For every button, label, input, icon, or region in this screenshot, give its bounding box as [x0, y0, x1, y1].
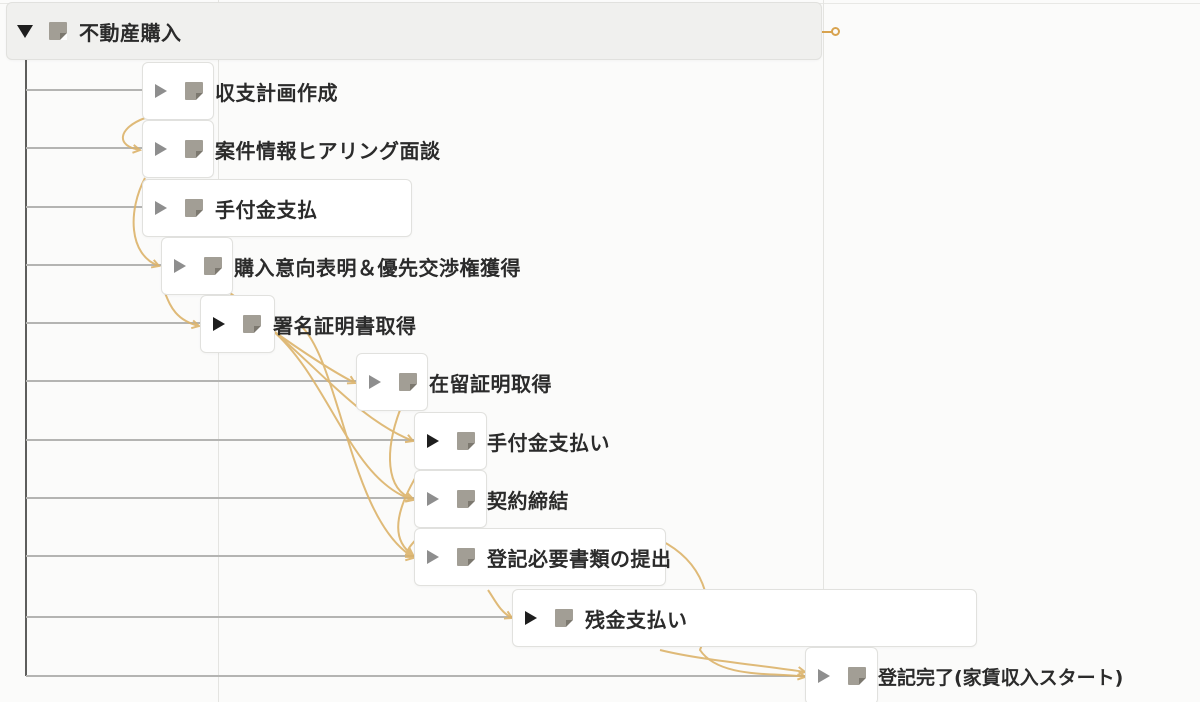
task-title[interactable]: 残金支払い: [585, 604, 688, 633]
expand-toggle[interactable]: [806, 648, 842, 702]
page-icon: [555, 609, 573, 627]
expand-toggle[interactable]: [357, 354, 393, 410]
task-title[interactable]: 購入意向表明＆優先交渉権獲得: [234, 252, 521, 281]
task-title[interactable]: 手付金支払: [215, 194, 318, 223]
expand-toggle[interactable]: [143, 63, 179, 119]
page-icon: [49, 22, 67, 40]
triangle-right-icon: [155, 84, 167, 98]
page-icon: [848, 667, 866, 685]
page-icon: [399, 373, 417, 391]
triangle-right-icon: [525, 611, 537, 625]
expand-toggle[interactable]: [162, 238, 198, 294]
page-icon: [457, 548, 475, 566]
root-task-row[interactable]: 不動産購入: [6, 2, 822, 60]
task-row[interactable]: 在留証明取得: [356, 353, 552, 411]
triangle-right-icon: [213, 317, 225, 331]
task-row[interactable]: 契約締結: [414, 470, 569, 528]
page-icon: [457, 490, 475, 508]
expand-toggle[interactable]: [415, 413, 451, 469]
triangle-right-icon: [427, 550, 439, 564]
page-icon: [185, 82, 203, 100]
task-title[interactable]: 案件情報ヒアリング面談: [215, 135, 441, 164]
expand-toggle[interactable]: [415, 471, 451, 527]
page-icon: [243, 315, 261, 333]
task-title[interactable]: 手付金支払い: [487, 427, 610, 456]
task-row[interactable]: 残金支払い: [512, 589, 977, 647]
triangle-right-icon: [174, 259, 186, 273]
expand-toggle[interactable]: [201, 296, 237, 352]
task-row[interactable]: 手付金支払: [142, 179, 412, 237]
page-icon: [204, 257, 222, 275]
dependency-arrow: [389, 409, 413, 499]
task-row[interactable]: 登記完了(家賃収入スタート): [805, 647, 1123, 702]
task-row[interactable]: 購入意向表明＆優先交渉権獲得: [161, 237, 521, 295]
page-icon: [185, 140, 203, 158]
page-icon: [185, 199, 203, 217]
dependency-arrow: [164, 292, 199, 326]
root-task-title[interactable]: 不動産購入: [79, 17, 182, 46]
collapse-toggle[interactable]: [7, 3, 43, 59]
timeline-canvas: 不動産購入 収支計画作成 案件情報ヒアリング面談 手付金支払 購入意向表明＆優先…: [0, 0, 1200, 702]
triangle-right-icon: [427, 434, 439, 448]
task-title[interactable]: 在留証明取得: [429, 368, 552, 397]
expand-toggle[interactable]: [143, 121, 179, 177]
triangle-right-icon: [369, 375, 381, 389]
triangle-right-icon: [818, 669, 830, 683]
task-title[interactable]: 登記完了(家賃収入スタート): [878, 663, 1123, 690]
task-row[interactable]: 収支計画作成: [142, 62, 338, 120]
triangle-right-icon: [155, 142, 167, 156]
dependency-handle[interactable]: [831, 27, 840, 36]
dependency-arrow: [487, 589, 512, 618]
page-icon: [457, 432, 475, 450]
expand-toggle[interactable]: [513, 590, 549, 646]
expand-toggle[interactable]: [143, 180, 179, 236]
task-title[interactable]: 署名証明書取得: [273, 310, 417, 339]
triangle-right-icon: [427, 492, 439, 506]
triangle-right-icon: [155, 201, 167, 215]
task-title[interactable]: 収支計画作成: [215, 77, 338, 106]
task-row[interactable]: 案件情報ヒアリング面談: [142, 120, 440, 178]
task-row[interactable]: 登記必要書類の提出: [414, 528, 671, 586]
task-row[interactable]: 署名証明書取得: [200, 295, 416, 353]
task-title[interactable]: 登記必要書類の提出: [487, 543, 672, 572]
expand-toggle[interactable]: [415, 529, 451, 585]
task-title[interactable]: 契約締結: [487, 485, 569, 514]
triangle-down-icon: [17, 24, 33, 38]
task-row[interactable]: 手付金支払い: [414, 412, 610, 470]
